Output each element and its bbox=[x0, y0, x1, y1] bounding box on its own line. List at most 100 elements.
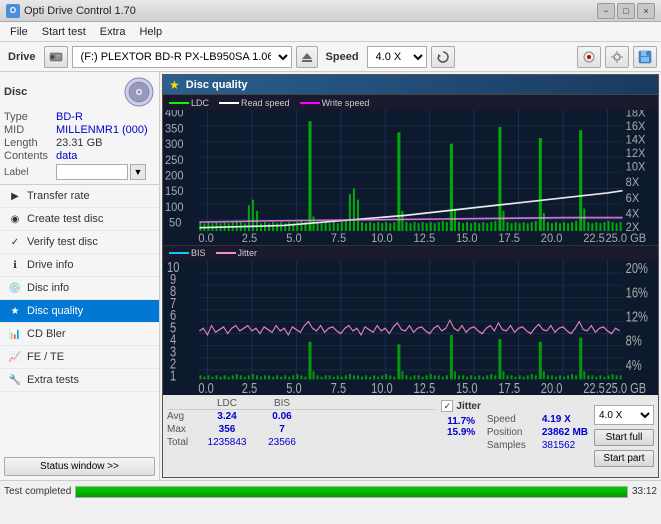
svg-text:7.5: 7.5 bbox=[331, 232, 347, 245]
svg-text:12%: 12% bbox=[626, 307, 649, 324]
sidebar-item-label: Create test disc bbox=[27, 213, 103, 225]
jitter-legend-color bbox=[216, 252, 236, 254]
disc-length-val: 23.31 GB bbox=[56, 137, 102, 149]
disc-mid-key: MID bbox=[4, 124, 56, 136]
save-btn[interactable] bbox=[633, 46, 657, 68]
sidebar-item-disc-info[interactable]: 💿 Disc info bbox=[0, 277, 159, 300]
bis-legend-color bbox=[169, 252, 189, 254]
speed-label: Speed bbox=[322, 51, 363, 63]
menu-start-test[interactable]: Start test bbox=[36, 25, 92, 39]
jitter-legend-label: Jitter bbox=[238, 248, 258, 258]
sidebar-item-label: FE / TE bbox=[27, 351, 64, 363]
total-bis: 23566 bbox=[257, 437, 307, 448]
drive-info-icon: ℹ bbox=[8, 258, 22, 272]
jitter-check-label: Jitter bbox=[456, 401, 480, 412]
position-val: 23862 MB bbox=[542, 427, 588, 438]
svg-text:1: 1 bbox=[170, 367, 176, 384]
sidebar-item-verify-test-disc[interactable]: ✓ Verify test disc bbox=[0, 231, 159, 254]
close-button[interactable]: × bbox=[637, 3, 655, 19]
menu-help[interactable]: Help bbox=[133, 25, 168, 39]
titlebar: O Opti Drive Control 1.70 − □ × bbox=[0, 0, 661, 22]
sidebar-item-label: Disc info bbox=[27, 282, 69, 294]
svg-text:400: 400 bbox=[165, 110, 184, 120]
progress-bar-container bbox=[75, 486, 628, 498]
total-ldc: 1235843 bbox=[197, 437, 257, 448]
drive-select[interactable]: (F:) PLEXTOR BD-R PX-LB950SA 1.06 bbox=[72, 46, 292, 68]
svg-text:250: 250 bbox=[165, 153, 184, 167]
disc-section: Disc Type BD-R MID MILLENMR1 (000) Lengt… bbox=[0, 72, 159, 185]
maximize-button[interactable]: □ bbox=[617, 3, 635, 19]
svg-text:10X: 10X bbox=[626, 160, 646, 174]
disc-section-title: Disc bbox=[4, 86, 27, 98]
disc-type-val: BD-R bbox=[56, 111, 83, 123]
sidebar-item-label: Verify test disc bbox=[27, 236, 98, 248]
svg-text:4%: 4% bbox=[626, 356, 642, 373]
svg-text:25.0 GB: 25.0 GB bbox=[605, 232, 646, 245]
sidebar-item-transfer-rate[interactable]: ▶ Transfer rate bbox=[0, 185, 159, 208]
disc-contents-val: data bbox=[56, 150, 77, 162]
disc-contents-key: Contents bbox=[4, 150, 56, 162]
svg-text:20.0: 20.0 bbox=[541, 232, 563, 245]
bis-header: BIS bbox=[257, 398, 307, 409]
disc-label-input[interactable] bbox=[56, 164, 128, 180]
svg-text:8%: 8% bbox=[626, 332, 642, 349]
ldc-bis-stats: LDC BIS Avg 3.24 0.06 Max 356 7 Total bbox=[167, 398, 435, 474]
disc-label-btn[interactable]: ▼ bbox=[130, 164, 146, 180]
speed-dropdown[interactable]: 4.0 X bbox=[594, 405, 654, 425]
jitter-checkbox[interactable]: ✓ bbox=[441, 400, 453, 412]
menu-file[interactable]: File bbox=[4, 25, 34, 39]
sidebar-item-fe-te[interactable]: 📈 FE / TE bbox=[0, 346, 159, 369]
svg-text:20%: 20% bbox=[626, 261, 649, 276]
svg-text:2.5: 2.5 bbox=[242, 232, 258, 245]
top-chart-svg: 400 350 300 250 200 150 100 50 18X 16X 1… bbox=[163, 110, 658, 245]
sidebar-item-cd-bler[interactable]: 📊 CD Bler bbox=[0, 323, 159, 346]
disc-type-key: Type bbox=[4, 111, 56, 123]
status-window-btn[interactable]: Status window >> bbox=[4, 457, 155, 476]
menu-extra[interactable]: Extra bbox=[94, 25, 132, 39]
ldc-legend-color bbox=[169, 102, 189, 104]
bottom-chart-area: 10 9 8 7 6 5 4 3 2 1 20% 16% 12% 8% 4% bbox=[163, 261, 658, 396]
position-label: Position bbox=[487, 427, 539, 438]
settings-btn[interactable] bbox=[605, 46, 629, 68]
avg-bis: 0.06 bbox=[257, 411, 307, 422]
refresh-btn[interactable] bbox=[431, 46, 455, 68]
svg-text:12.5: 12.5 bbox=[414, 232, 436, 245]
start-part-button[interactable]: Start part bbox=[594, 450, 654, 467]
svg-text:25.0 GB: 25.0 GB bbox=[605, 379, 646, 395]
ldc-legend-label: LDC bbox=[191, 98, 209, 108]
speed-select[interactable]: 4.0 X bbox=[367, 46, 427, 68]
ldc-header: LDC bbox=[197, 398, 257, 409]
sidebar-item-label: CD Bler bbox=[27, 328, 66, 340]
eject-btn[interactable] bbox=[296, 46, 318, 68]
sidebar-item-disc-quality[interactable]: ★ Disc quality bbox=[0, 300, 159, 323]
extra-tests-icon: 🔧 bbox=[8, 373, 22, 387]
top-chart-area: 400 350 300 250 200 150 100 50 18X 16X 1… bbox=[163, 110, 658, 246]
legend-bis: BIS bbox=[169, 248, 206, 258]
svg-text:5.0: 5.0 bbox=[286, 232, 302, 245]
svg-text:200: 200 bbox=[165, 169, 184, 183]
drive-icon-btn[interactable] bbox=[44, 46, 68, 68]
svg-text:0.0: 0.0 bbox=[198, 379, 213, 395]
action-buttons: 4.0 X Start full Start part bbox=[594, 398, 654, 474]
svg-text:12.5: 12.5 bbox=[414, 379, 436, 395]
start-full-button[interactable]: Start full bbox=[594, 429, 654, 446]
sidebar-item-extra-tests[interactable]: 🔧 Extra tests bbox=[0, 369, 159, 392]
status-time: 33:12 bbox=[632, 486, 657, 497]
sidebar-item-create-test-disc[interactable]: ◉ Create test disc bbox=[0, 208, 159, 231]
avg-speed: 4.19 X bbox=[542, 414, 571, 425]
minimize-button[interactable]: − bbox=[597, 3, 615, 19]
svg-text:10.0: 10.0 bbox=[371, 232, 393, 245]
max-ldc: 356 bbox=[197, 424, 257, 435]
status-text: Test completed bbox=[4, 486, 71, 497]
burn-btn[interactable] bbox=[577, 46, 601, 68]
speed-label-static: Speed bbox=[487, 414, 539, 425]
disc-quality-panel: ★ Disc quality LDC Read speed Write spee… bbox=[162, 74, 659, 478]
disc-quality-header: ★ Disc quality bbox=[163, 75, 658, 95]
create-disc-icon: ◉ bbox=[8, 212, 22, 226]
svg-text:10.0: 10.0 bbox=[371, 379, 393, 395]
sidebar-item-drive-info[interactable]: ℹ Drive info bbox=[0, 254, 159, 277]
svg-text:17.5: 17.5 bbox=[498, 379, 520, 395]
legend-read-speed: Read speed bbox=[219, 98, 290, 108]
svg-text:4X: 4X bbox=[626, 207, 640, 221]
svg-text:15.0: 15.0 bbox=[456, 232, 478, 245]
